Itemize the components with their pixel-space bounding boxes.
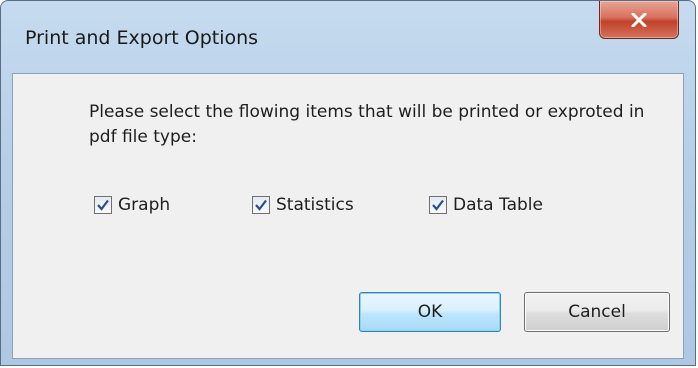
- graph-checkbox[interactable]: Graph: [94, 190, 170, 220]
- window-title: Print and Export Options: [25, 27, 259, 49]
- graph-label: Graph: [118, 195, 171, 215]
- checkbox-checked-icon: [252, 196, 270, 214]
- title-bar[interactable]: Print and Export Options: [1, 1, 695, 71]
- dialog-window: Print and Export Options Please select t…: [0, 0, 696, 366]
- close-button[interactable]: [599, 1, 679, 39]
- statistics-label: Statistics: [276, 195, 354, 215]
- instruction-text: Please select the flowing items that wil…: [89, 102, 645, 147]
- data-table-label: Data Table: [453, 195, 543, 215]
- close-x-icon: [631, 12, 647, 27]
- data-table-checkbox[interactable]: Data Table: [429, 190, 543, 220]
- checkbox-checked-icon: [94, 196, 112, 214]
- dialog-body: Please select the flowing items that wil…: [12, 73, 684, 359]
- statistics-checkbox[interactable]: Statistics: [252, 190, 354, 220]
- cancel-button[interactable]: Cancel: [524, 292, 670, 332]
- checkbox-checked-icon: [429, 196, 447, 214]
- options-row: Graph Statistics Data Table: [13, 190, 683, 220]
- ok-button[interactable]: OK: [359, 292, 501, 332]
